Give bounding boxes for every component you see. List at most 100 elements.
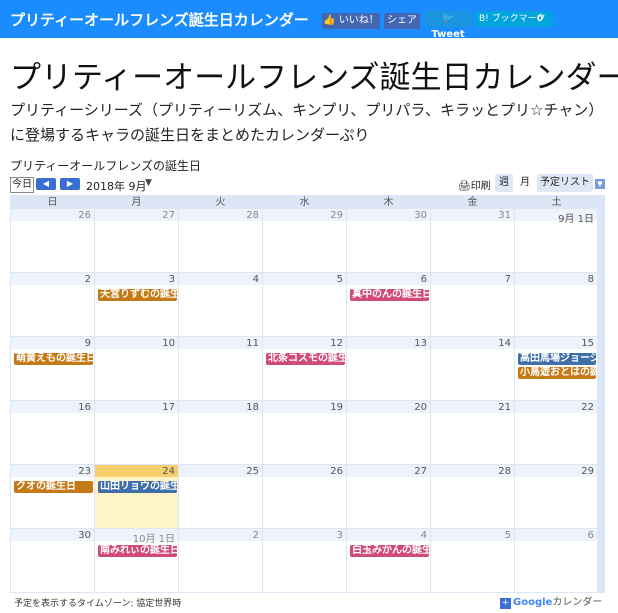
day-cell[interactable]: 15 高田馬場ジョージの誕生日小鳥遊おとはの誕生日 — [515, 337, 597, 400]
day-cell[interactable]: 20 — [347, 401, 430, 464]
day-cell[interactable]: 11 — [179, 337, 262, 400]
day-cell[interactable]: 26 — [263, 465, 346, 528]
day-cell[interactable]: 18 — [179, 401, 262, 464]
day-cell[interactable]: 10 — [95, 337, 178, 400]
gcal-label: カレンダー — [552, 597, 603, 608]
day-cell[interactable]: 31 — [431, 209, 514, 272]
view-month-tab[interactable]: 月 — [516, 174, 534, 192]
day-number-bar — [347, 529, 430, 541]
day-number: 4 — [252, 274, 259, 285]
day-cell[interactable]: 9 萌黄えもの誕生日 — [11, 337, 94, 400]
day-cell[interactable]: 12 北条コスモの誕生日 — [263, 337, 346, 400]
day-cell[interactable]: 23 クオの誕生日 — [11, 465, 94, 528]
day-cell[interactable]: 4 白玉みかんの誕生日 — [347, 529, 430, 592]
event-chip[interactable]: 高田馬場ジョージの誕生日 — [518, 353, 596, 365]
facebook-like-button[interactable]: 👍 いいね！ — [322, 13, 380, 29]
event-chip[interactable]: 小鳥遊おとはの誕生日 — [518, 367, 596, 379]
view-week-tab[interactable]: 週 — [495, 174, 513, 192]
printer-icon: 🖨 — [458, 181, 471, 192]
day-cell[interactable]: 6 — [515, 529, 597, 592]
day-number-bar — [347, 273, 430, 285]
day-cell[interactable]: 2 — [11, 273, 94, 336]
prev-month-button[interactable]: ◀ — [36, 178, 56, 190]
calendar-title: プリティーオールフレンズの誕生日 — [10, 159, 202, 173]
day-cell[interactable]: 21 — [431, 401, 514, 464]
day-number-bar — [431, 529, 514, 541]
day-cell[interactable]: 9月 1日 — [515, 209, 597, 272]
day-cell[interactable]: 10月 1日 南みれぃの誕生日 — [95, 529, 178, 592]
day-cell[interactable]: 4 — [179, 273, 262, 336]
day-number: 22 — [581, 402, 594, 413]
day-number: 21 — [498, 402, 511, 413]
print-label: 印刷 — [470, 181, 491, 192]
top-bar: プリティーオールフレンズ誕生日カレンダー 👍 いいね！ シェア 🐦 Tweet … — [0, 0, 618, 40]
day-number: 10 — [162, 338, 175, 349]
timezone-label: 予定を表示するタイムゾーン: 協定世界時 — [14, 599, 182, 609]
day-number-bar — [515, 529, 597, 541]
hatena-bookmark-button[interactable]: B! ブックマーク 0 — [475, 11, 553, 27]
day-number: 24 — [162, 466, 175, 477]
day-number-bar — [263, 273, 346, 285]
month-dropdown-icon[interactable]: ▼ — [145, 178, 152, 188]
day-cell[interactable]: 5 — [431, 529, 514, 592]
day-cell[interactable]: 7 — [431, 273, 514, 336]
day-cell[interactable]: 28 — [179, 209, 262, 272]
day-number: 9月 1日 — [558, 214, 594, 225]
day-number: 29 — [330, 210, 343, 221]
site-name-link[interactable]: プリティーオールフレンズ誕生日カレンダー — [10, 9, 309, 30]
event-chip[interactable]: 白玉みかんの誕生日 — [350, 545, 429, 557]
day-number: 20 — [414, 402, 427, 413]
thumbs-up-icon: 👍 — [323, 15, 336, 26]
event-chip[interactable]: 山田リョウの誕生日 — [98, 481, 177, 493]
day-cell[interactable]: 27 — [95, 209, 178, 272]
event-chip[interactable]: クオの誕生日 — [14, 481, 93, 493]
day-cell[interactable]: 5 — [263, 273, 346, 336]
today-button[interactable]: 今日 — [10, 177, 34, 193]
day-cell[interactable]: 26 — [11, 209, 94, 272]
day-number-bar — [11, 273, 94, 285]
day-cell[interactable]: 30 — [347, 209, 430, 272]
event-chip[interactable]: 真中のんの誕生日 — [350, 289, 429, 301]
day-number-bar — [431, 273, 514, 285]
event-chip[interactable]: 北条コスモの誕生日 — [266, 353, 345, 365]
calendar-grid: 日月火水木金土2627282930319月 1日23天宮りずむの誕生日456真中… — [10, 195, 605, 593]
weekday-header: 水 — [299, 197, 310, 208]
day-number: 3 — [168, 274, 175, 285]
facebook-share-button[interactable]: シェア — [384, 13, 420, 29]
day-cell[interactable]: 30 — [11, 529, 94, 592]
day-cell[interactable]: 24 山田リョウの誕生日 — [95, 465, 178, 528]
day-number: 11 — [246, 338, 259, 349]
day-cell[interactable]: 6 真中のんの誕生日 — [347, 273, 430, 336]
view-agenda-tab[interactable]: 予定リスト — [537, 174, 593, 192]
tweet-label: Tweet — [431, 29, 465, 40]
event-chip[interactable]: 天宮りずむの誕生日 — [98, 289, 177, 301]
day-cell[interactable]: 17 — [95, 401, 178, 464]
day-cell[interactable]: 8 — [515, 273, 597, 336]
day-cell[interactable]: 3 天宮りずむの誕生日 — [95, 273, 178, 336]
day-number: 2 — [84, 274, 91, 285]
print-button[interactable]: 🖨印刷 — [458, 177, 491, 192]
google-calendar-link[interactable]: + Googleカレンダー — [500, 593, 602, 609]
day-cell[interactable]: 14 — [431, 337, 514, 400]
day-cell[interactable]: 3 — [263, 529, 346, 592]
day-cell[interactable]: 29 — [515, 465, 597, 528]
tweet-button[interactable]: 🐦 Tweet — [424, 11, 472, 40]
day-cell[interactable]: 27 — [347, 465, 430, 528]
twitter-bird-icon: 🐦 — [441, 13, 455, 24]
view-dropdown-icon[interactable]: ▼ — [595, 179, 605, 189]
event-chip[interactable]: 萌黄えもの誕生日 — [14, 353, 93, 365]
arrow-right-icon: ▶ — [66, 179, 74, 188]
day-cell[interactable]: 13 — [347, 337, 430, 400]
day-number-bar — [11, 337, 94, 349]
next-month-button[interactable]: ▶ — [60, 178, 80, 190]
event-chip[interactable]: 南みれぃの誕生日 — [98, 545, 177, 557]
day-cell[interactable]: 16 — [11, 401, 94, 464]
day-cell[interactable]: 25 — [179, 465, 262, 528]
day-cell[interactable]: 22 — [515, 401, 597, 464]
day-number: 16 — [78, 402, 91, 413]
day-cell[interactable]: 28 — [431, 465, 514, 528]
day-cell[interactable]: 19 — [263, 401, 346, 464]
day-cell[interactable]: 29 — [263, 209, 346, 272]
day-number: 14 — [498, 338, 511, 349]
day-cell[interactable]: 2 — [179, 529, 262, 592]
